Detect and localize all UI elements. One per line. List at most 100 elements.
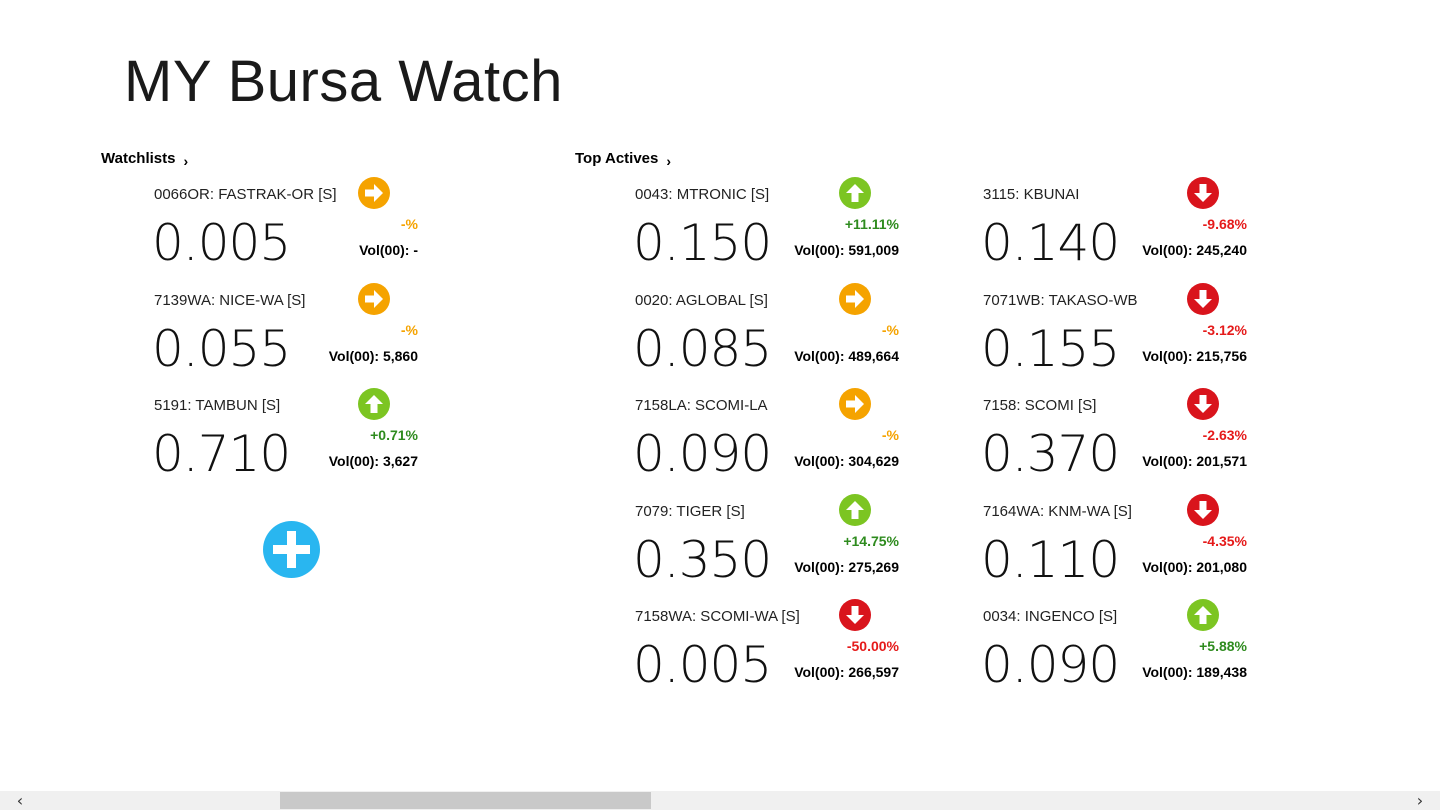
stock-tile[interactable]: 5191: TAMBUN [S] 0.710 +0.71% Vol(00): 3,62… bbox=[152, 388, 418, 497]
stock-tile[interactable]: 0034: INGENCO [S] 0.090 +5.88% Vol(00): 189… bbox=[981, 599, 1247, 708]
stock-volume: Vol(00): 201,571 bbox=[1142, 453, 1247, 469]
stock-price: 0.005 bbox=[633, 636, 772, 694]
arrow-right-icon bbox=[839, 282, 871, 315]
horizontal-scrollbar[interactable]: ‹ › bbox=[0, 791, 1440, 810]
volume-value: 591,009 bbox=[848, 242, 899, 258]
stock-name: 7139WA: NICE-WA [S] bbox=[154, 291, 306, 309]
stock-price: 0.090 bbox=[633, 425, 772, 483]
stock-volume: Vol(00): - bbox=[359, 242, 418, 258]
arrow-down-icon bbox=[839, 599, 871, 631]
stock-name: 5191: TAMBUN [S] bbox=[154, 397, 281, 414]
stock-volume: Vol(00): 591,009 bbox=[794, 242, 899, 258]
stock-volume: Vol(00): 3,627 bbox=[329, 453, 418, 469]
stock-tile[interactable]: 7158LA: SCOMI-LA 0.090 -% Vol(00): 304,629 bbox=[633, 388, 899, 497]
volume-label: Vol(00): bbox=[794, 242, 849, 258]
stock-tile[interactable]: 0043: MTRONIC [S] 0.150 +11.11% Vol(00): 59… bbox=[633, 177, 899, 286]
stock-tile[interactable]: 7158: SCOMI [S] 0.370 -2.63% Vol(00): 201,5… bbox=[981, 388, 1247, 497]
volume-label: Vol(00): bbox=[794, 558, 849, 575]
scroll-right-button[interactable]: › bbox=[1400, 791, 1440, 810]
stock-name: 0066OR: FASTRAK-OR [S] bbox=[154, 186, 337, 203]
stock-volume: Vol(00): 215,756 bbox=[1142, 348, 1247, 364]
volume-value: 266,597 bbox=[848, 664, 899, 680]
stock-volume: Vol(00): 201,080 bbox=[1142, 559, 1247, 575]
stock-tile[interactable]: 7079: TIGER [S] 0.350 +14.75% Vol(00): 275,… bbox=[633, 493, 899, 603]
volume-label: Vol(00): bbox=[359, 242, 414, 258]
stock-change: -% bbox=[881, 321, 899, 338]
volume-value: 245,240 bbox=[1196, 242, 1247, 258]
volume-label: Vol(00): bbox=[1142, 664, 1197, 680]
stock-change: -9.68% bbox=[1202, 216, 1247, 232]
stock-change: -4.35% bbox=[1202, 532, 1247, 549]
volume-value: 275,269 bbox=[848, 558, 899, 575]
stock-tile[interactable]: 7158WA: SCOMI-WA [S] 0.005 -50.00% Vol(00):… bbox=[633, 599, 899, 708]
stock-change: +5.88% bbox=[1199, 638, 1247, 654]
stock-change: +11.11% bbox=[844, 216, 899, 232]
stock-name: 0020: AGLOBAL [S] bbox=[635, 291, 768, 309]
arrow-up-icon bbox=[839, 493, 871, 526]
stock-name: 7158: SCOMI [S] bbox=[983, 397, 1097, 414]
watchlists-label: Watchlists bbox=[101, 150, 176, 167]
volume-label: Vol(00): bbox=[328, 347, 383, 364]
scroll-thumb[interactable] bbox=[280, 792, 651, 809]
stock-change: -% bbox=[400, 321, 418, 338]
stock-change: +0.71% bbox=[370, 427, 418, 443]
top-actives-label: Top Actives bbox=[575, 150, 659, 167]
stock-name: 7164WA: KNM-WA [S] bbox=[983, 502, 1132, 520]
chevron-right-icon: › bbox=[666, 153, 672, 169]
stock-change: -% bbox=[400, 216, 418, 232]
stock-tile[interactable]: 7139WA: NICE-WA [S] 0.055 -% Vol(00): 5,860 bbox=[152, 282, 418, 392]
stock-tile[interactable]: 0066OR: FASTRAK-OR [S] 0.005 -% Vol(00): - bbox=[152, 177, 418, 286]
stock-volume: Vol(00): 5,860 bbox=[329, 348, 418, 364]
stock-price: 0.110 bbox=[981, 530, 1120, 589]
volume-value: 201,571 bbox=[1196, 453, 1247, 469]
arrow-right-icon bbox=[358, 177, 390, 209]
stock-price: 0.090 bbox=[981, 636, 1120, 694]
app-title: MY Bursa Watch bbox=[124, 49, 563, 114]
chevron-right-icon: › bbox=[183, 153, 189, 169]
volume-label: Vol(00): bbox=[794, 664, 849, 680]
stock-tile[interactable]: 3115: KBUNAI 0.140 -9.68% Vol(00): 245,240 bbox=[981, 177, 1247, 286]
volume-label: Vol(00): bbox=[794, 453, 849, 469]
volume-value: 489,664 bbox=[848, 347, 899, 364]
stock-name: 0034: INGENCO [S] bbox=[983, 608, 1118, 625]
arrow-up-icon bbox=[839, 177, 871, 209]
stock-tile[interactable]: 7164WA: KNM-WA [S] 0.110 -4.35% Vol(00): 20… bbox=[981, 493, 1247, 603]
volume-value: 215,756 bbox=[1196, 347, 1247, 364]
stock-price: 0.370 bbox=[981, 425, 1120, 483]
plus-icon bbox=[263, 521, 320, 578]
volume-value: - bbox=[413, 242, 418, 258]
stock-tile[interactable]: 0020: AGLOBAL [S] 0.085 -% Vol(00): 489,664 bbox=[633, 282, 899, 392]
arrow-down-icon bbox=[1187, 493, 1219, 526]
stock-name: 3115: KBUNAI bbox=[983, 186, 1080, 203]
stock-volume: Vol(00): 275,269 bbox=[794, 559, 899, 575]
stock-name: 7158WA: SCOMI-WA [S] bbox=[635, 608, 800, 625]
stock-name: 7071WB: TAKASO-WB bbox=[983, 291, 1138, 309]
stock-price: 0.055 bbox=[152, 319, 291, 378]
volume-label: Vol(00): bbox=[1142, 242, 1197, 258]
stock-volume: Vol(00): 266,597 bbox=[794, 664, 899, 680]
stock-name: 7079: TIGER [S] bbox=[635, 502, 745, 520]
volume-value: 304,629 bbox=[848, 453, 899, 469]
stock-price: 0.150 bbox=[633, 214, 772, 272]
volume-label: Vol(00): bbox=[794, 347, 849, 364]
stock-volume: Vol(00): 304,629 bbox=[794, 453, 899, 469]
volume-label: Vol(00): bbox=[1142, 347, 1197, 364]
volume-value: 189,438 bbox=[1196, 664, 1247, 680]
stock-volume: Vol(00): 189,438 bbox=[1142, 664, 1247, 680]
scroll-left-button[interactable]: ‹ bbox=[0, 791, 40, 810]
stock-name: 0043: MTRONIC [S] bbox=[635, 186, 770, 203]
stock-volume: Vol(00): 489,664 bbox=[794, 348, 899, 364]
stock-change: -% bbox=[881, 427, 899, 443]
stock-tile[interactable]: 7071WB: TAKASO-WB 0.155 -3.12% Vol(00): 215… bbox=[981, 282, 1247, 392]
watchlists-header[interactable]: Watchlists › bbox=[101, 150, 189, 169]
stock-change: -2.63% bbox=[1202, 427, 1247, 443]
arrow-down-icon bbox=[1187, 282, 1219, 315]
volume-value: 201,080 bbox=[1196, 558, 1247, 575]
volume-label: Vol(00): bbox=[1142, 558, 1197, 575]
volume-value: 5,860 bbox=[382, 347, 418, 364]
stock-price: 0.140 bbox=[981, 214, 1120, 272]
volume-value: 3,627 bbox=[382, 453, 418, 469]
add-stock-button[interactable] bbox=[263, 521, 320, 578]
volume-label: Vol(00): bbox=[1142, 453, 1197, 469]
top-actives-header[interactable]: Top Actives › bbox=[575, 150, 672, 169]
